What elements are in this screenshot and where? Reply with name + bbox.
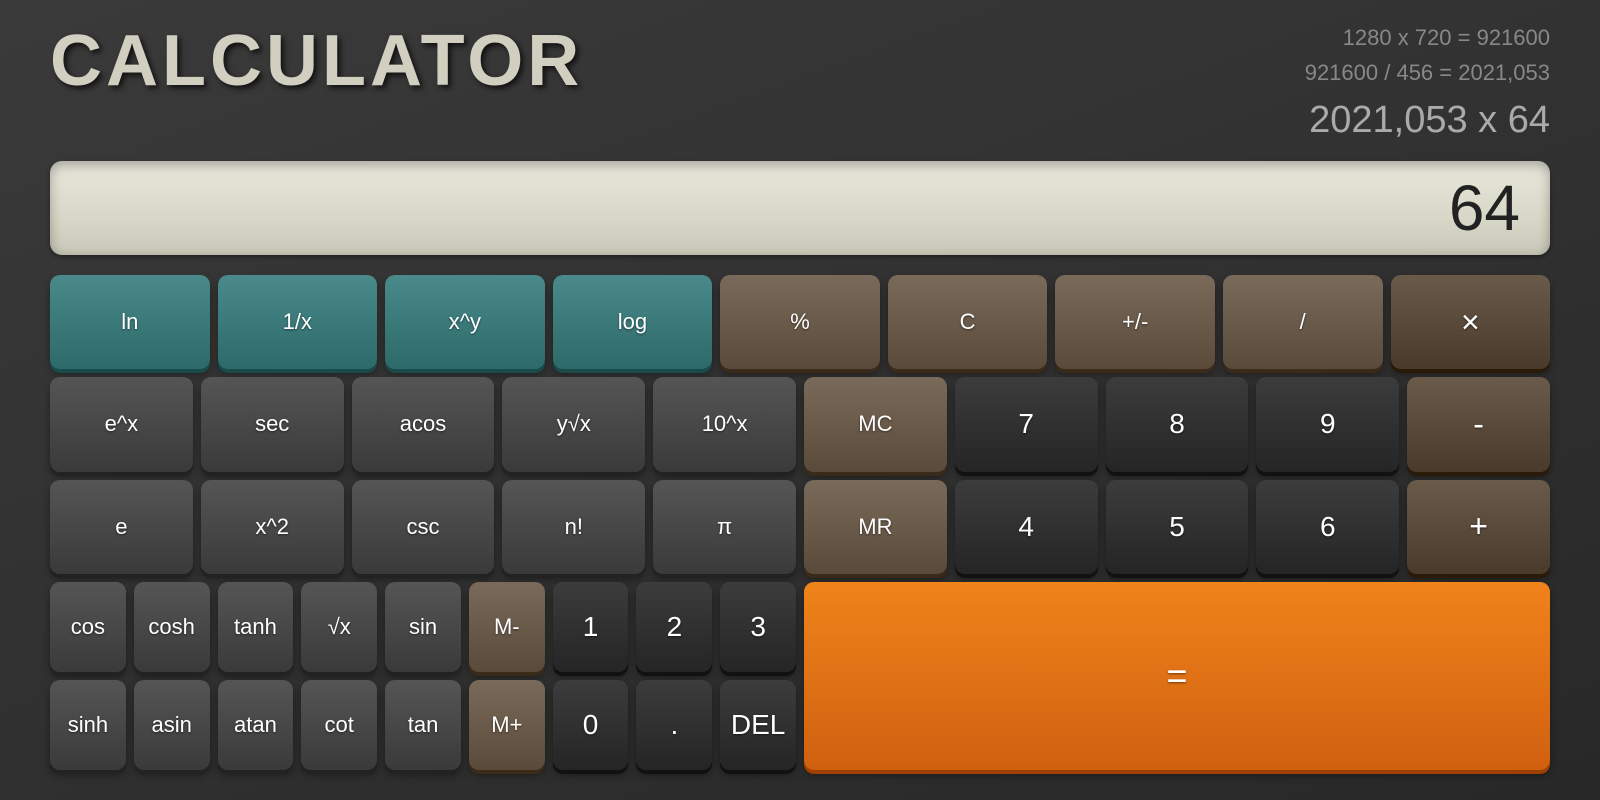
btn-1[interactable]: 1 xyxy=(553,582,629,672)
btn-multiply[interactable]: × xyxy=(1391,275,1551,369)
btn-xpowy[interactable]: x^y xyxy=(385,275,545,369)
btn-ln[interactable]: ln xyxy=(50,275,210,369)
btn-yrootx[interactable]: y√x xyxy=(502,377,645,471)
btn-del[interactable]: DEL xyxy=(720,680,796,770)
btn-xsq[interactable]: x^2 xyxy=(201,480,344,574)
btn-cot[interactable]: cot xyxy=(301,680,377,770)
btn-sinh[interactable]: sinh xyxy=(50,680,126,770)
btn-mminus[interactable]: M- xyxy=(469,582,545,672)
btn-6[interactable]: 6 xyxy=(1256,480,1399,574)
btn-atan[interactable]: atan xyxy=(218,680,294,770)
buttons-grid: ln 1/x x^y log % C +/- / × e^x sec acos … xyxy=(50,275,1550,770)
btn-log[interactable]: log xyxy=(553,275,713,369)
btn-2[interactable]: 2 xyxy=(636,582,712,672)
btn-equals[interactable]: = xyxy=(804,582,1550,770)
btn-csc[interactable]: csc xyxy=(352,480,495,574)
btn-tan[interactable]: tan xyxy=(385,680,461,770)
btn-e[interactable]: e xyxy=(50,480,193,574)
button-row-4: cos cosh tanh √x sin M- 1 2 3 xyxy=(50,582,796,672)
btn-percent[interactable]: % xyxy=(720,275,880,369)
btn-5[interactable]: 5 xyxy=(1106,480,1249,574)
header-row: CALCULATOR 1280 x 720 = 921600 921600 / … xyxy=(50,20,1550,151)
rows-4-5-wrapper: cos cosh tanh √x sin M- 1 2 3 sinh asin … xyxy=(50,582,1550,770)
btn-0[interactable]: 0 xyxy=(553,680,629,770)
app-title: CALCULATOR xyxy=(50,20,583,102)
btn-clear[interactable]: C xyxy=(888,275,1048,369)
btn-dot[interactable]: . xyxy=(636,680,712,770)
history-line3: 2021,053 x 64 xyxy=(1305,90,1550,151)
btn-mc[interactable]: MC xyxy=(804,377,947,471)
btn-8[interactable]: 8 xyxy=(1106,377,1249,471)
btn-mplus[interactable]: M+ xyxy=(469,680,545,770)
btn-mr[interactable]: MR xyxy=(804,480,947,574)
button-row-3: e x^2 csc n! π MR 4 5 6 + xyxy=(50,480,1550,574)
btn-sec[interactable]: sec xyxy=(201,377,344,471)
display-bar: 64 xyxy=(50,161,1550,255)
btn-pi[interactable]: π xyxy=(653,480,796,574)
btn-cosh[interactable]: cosh xyxy=(134,582,210,672)
btn-asin[interactable]: asin xyxy=(134,680,210,770)
btn-minus[interactable]: - xyxy=(1407,377,1550,471)
btn-4[interactable]: 4 xyxy=(955,480,1098,574)
history-line2: 921600 / 456 = 2021,053 xyxy=(1305,55,1550,90)
btn-9[interactable]: 9 xyxy=(1256,377,1399,471)
btn-10powx[interactable]: 10^x xyxy=(653,377,796,471)
btn-epowx[interactable]: e^x xyxy=(50,377,193,471)
button-row-2: e^x sec acos y√x 10^x MC 7 8 9 - xyxy=(50,377,1550,471)
btn-7[interactable]: 7 xyxy=(955,377,1098,471)
button-row-5: sinh asin atan cot tan M+ 0 . DEL xyxy=(50,680,796,770)
btn-factorial[interactable]: n! xyxy=(502,480,645,574)
btn-acos[interactable]: acos xyxy=(352,377,495,471)
history-line1: 1280 x 720 = 921600 xyxy=(1305,20,1550,55)
btn-plusminus[interactable]: +/- xyxy=(1055,275,1215,369)
btn-tanh[interactable]: tanh xyxy=(218,582,294,672)
btn-cos[interactable]: cos xyxy=(50,582,126,672)
display-value: 64 xyxy=(1449,171,1520,245)
btn-sin[interactable]: sin xyxy=(385,582,461,672)
btn-inv[interactable]: 1/x xyxy=(218,275,378,369)
app-container: CALCULATOR 1280 x 720 = 921600 921600 / … xyxy=(0,0,1600,800)
button-row-1: ln 1/x x^y log % C +/- / × xyxy=(50,275,1550,369)
btn-3[interactable]: 3 xyxy=(720,582,796,672)
history-display: 1280 x 720 = 921600 921600 / 456 = 2021,… xyxy=(1305,20,1550,151)
btn-plus[interactable]: + xyxy=(1407,480,1550,574)
btn-divide[interactable]: / xyxy=(1223,275,1383,369)
btn-sqrt[interactable]: √x xyxy=(301,582,377,672)
